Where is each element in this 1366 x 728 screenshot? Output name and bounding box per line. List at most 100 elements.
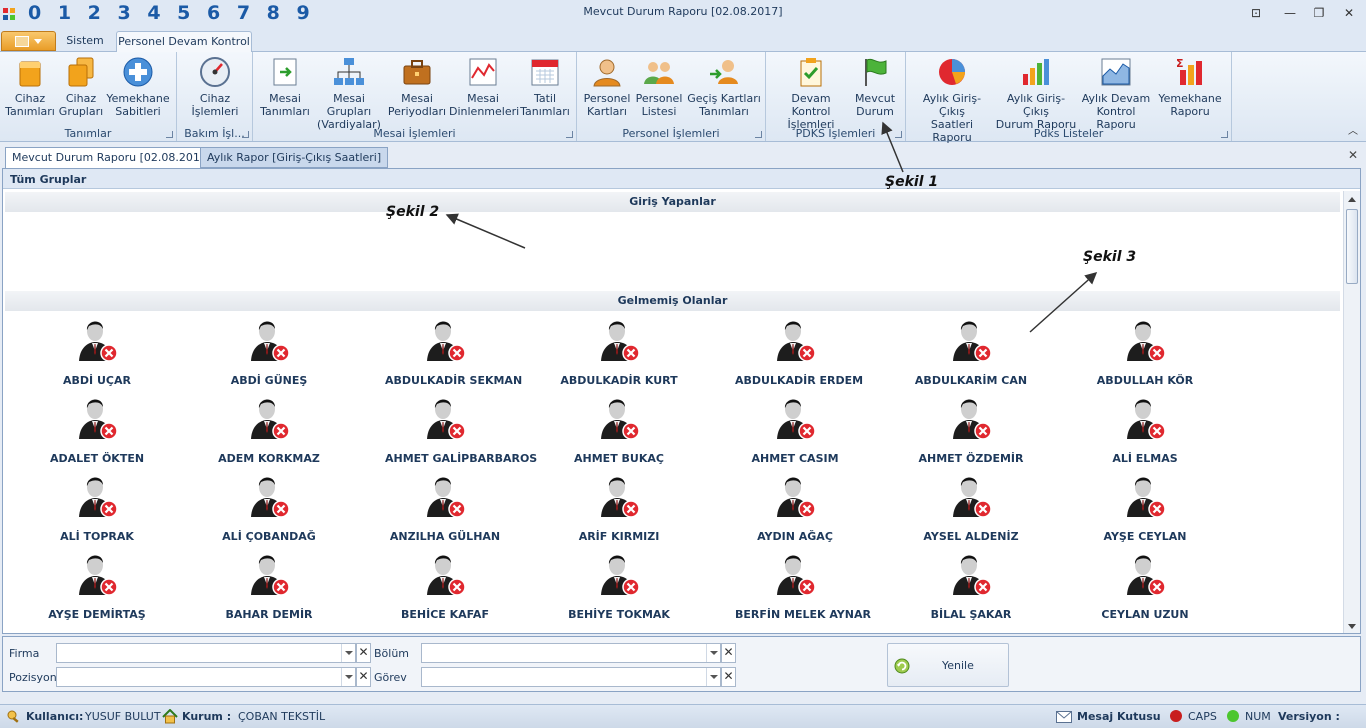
clear-pozisyon-icon[interactable]: ✕ [356, 667, 371, 687]
absent-person-item[interactable]: BEHİCE KAFAF [385, 549, 505, 627]
doc-tab-mevcut-durum[interactable]: Mevcut Durum Raporu [02.08.2017] [5, 147, 219, 168]
absent-person-item[interactable]: ADALET ÖKTEN [43, 393, 157, 471]
mesai-dinlenmeleri-button[interactable]: Mesai Dinlenmeleri [449, 56, 520, 118]
mesai-gruplari-button[interactable]: Mesai Grupları (Vardiyalar) [313, 56, 385, 131]
gorev-combo[interactable] [421, 667, 721, 687]
absent-person-item-partial[interactable] [43, 627, 157, 633]
absent-person-item[interactable]: ANZILHA GÜLHAN [385, 471, 505, 549]
dropdown-arrow-icon[interactable] [706, 668, 720, 686]
absent-person-item-partial[interactable] [911, 627, 1031, 633]
cihaz-tanimlari-button[interactable]: Cihaz Tanımları [4, 56, 56, 118]
absent-person-item[interactable]: ALİ ÇOBANDAĞ [209, 471, 329, 549]
dropdown-arrow-icon [34, 39, 42, 44]
refresh-button[interactable]: Yenile [887, 643, 1009, 687]
absent-person-item-partial[interactable] [559, 627, 679, 633]
aylik-devam-kontrol-button[interactable]: Aylık Devam Kontrol Raporu [1078, 56, 1154, 131]
group-launcher-icon[interactable] [755, 131, 762, 138]
absent-person-item[interactable]: ABDULLAH KÖR [1085, 315, 1205, 393]
tatil-tanimlari-button[interactable]: Tatil Tanımları [517, 56, 573, 118]
tab-personel-devam-kontrol[interactable]: Personel Devam Kontrol [116, 31, 252, 53]
bar-chart-icon [1023, 59, 1049, 85]
bolum-combo[interactable] [421, 643, 721, 663]
absent-person-item[interactable]: AHMET ÖZDEMİR [911, 393, 1031, 471]
close-document-icon[interactable]: ✕ [1348, 148, 1358, 162]
group-launcher-icon[interactable] [566, 131, 573, 138]
collapse-ribbon-icon[interactable]: ︿ [1348, 122, 1358, 137]
cihaz-islemleri-button[interactable]: Cihaz İşlemleri [183, 56, 247, 118]
absent-person-item[interactable]: BAHAR DEMİR [209, 549, 329, 627]
absent-person-item[interactable]: ADEM KORKMAZ [209, 393, 329, 471]
cihaz-gruplari-button[interactable]: Cihaz Grupları [58, 56, 104, 118]
absent-person-item[interactable]: AHMET BUKAÇ [559, 393, 679, 471]
scroll-down-icon[interactable] [1348, 624, 1356, 629]
pie-chart-icon [939, 59, 965, 85]
button-label: Tatil Tanımları [520, 92, 570, 118]
absent-person-item[interactable]: ALİ TOPRAK [43, 471, 157, 549]
absent-person-item-partial[interactable] [1085, 627, 1205, 633]
absent-person-item[interactable]: BEHİYE TOKMAK [559, 549, 679, 627]
absent-person-item[interactable]: ABDULKARİM CAN [911, 315, 1031, 393]
aylik-giris-cikis-durum-button[interactable]: Aylık Giriş-Çıkış Durum Raporu [994, 56, 1078, 131]
scroll-thumb[interactable] [1346, 209, 1358, 284]
close-window-button[interactable]: ✕ [1342, 6, 1356, 20]
absent-person-item[interactable]: AHMET CASIM [735, 393, 855, 471]
gauge-icon [200, 57, 230, 87]
annotation-sekil-3: Şekil 3 [1083, 249, 1137, 265]
button-label: Cihaz Tanımları [5, 92, 55, 118]
absent-person-item[interactable]: ALİ ELMAS [1085, 393, 1205, 471]
gecis-kartlari-button[interactable]: Geçiş Kartları Tanımları [685, 56, 763, 118]
mail-icon[interactable] [1056, 711, 1072, 723]
absent-person-item[interactable]: ARİF KIRMIZI [559, 471, 679, 549]
absent-person-item[interactable]: ABDULKADİR ERDEM [735, 315, 863, 393]
home-icon [162, 709, 178, 724]
absent-person-item[interactable]: ABDİ GÜNEŞ [209, 315, 329, 393]
message-box-link[interactable]: Mesaj Kutusu [1077, 710, 1161, 723]
screenshot-icon[interactable]: ⊡ [1249, 6, 1263, 20]
dropdown-arrow-icon[interactable] [341, 644, 355, 662]
dropdown-arrow-icon[interactable] [706, 644, 720, 662]
absent-person-icon [1123, 627, 1167, 633]
absent-person-item[interactable]: BİLAL ŞAKAR [911, 549, 1031, 627]
absent-person-icon [953, 399, 992, 440]
personel-listesi-button[interactable]: Personel Listesi [635, 56, 683, 118]
app-menu-button[interactable] [1, 31, 56, 51]
personel-kartlari-button[interactable]: Personel Kartları [579, 56, 635, 118]
clear-firma-icon[interactable]: ✕ [356, 643, 371, 663]
absent-person-item-partial[interactable] [735, 627, 855, 633]
firma-combo[interactable] [56, 643, 356, 663]
mesai-periyodlari-button[interactable]: Mesai Periyodları [387, 56, 447, 118]
yemekhane-raporu-button[interactable]: Σ Yemekhane Raporu [1158, 56, 1222, 118]
button-label: Mesai Dinlenmeleri [449, 92, 520, 118]
clear-bolum-icon[interactable]: ✕ [721, 643, 736, 663]
doc-tab-aylik-rapor[interactable]: Aylık Rapor [Giriş-Çıkış Saatleri] [200, 147, 389, 168]
absent-person-item[interactable]: AYSEL ALDENİZ [911, 471, 1031, 549]
absent-person-item[interactable]: CEYLAN UZUN [1085, 549, 1205, 627]
group-launcher-icon[interactable] [895, 131, 902, 138]
pozisyon-combo[interactable] [56, 667, 356, 687]
group-launcher-icon[interactable] [166, 131, 173, 138]
minimize-button[interactable]: — [1283, 6, 1297, 20]
mesai-tanimlari-button[interactable]: Mesai Tanımları [257, 56, 313, 118]
devam-kontrol-islemleri-button[interactable]: Devam Kontrol İşlemleri [772, 56, 850, 131]
yemekhane-sabitleri-button[interactable]: Yemekhane Sabitleri [104, 56, 172, 118]
restore-button[interactable]: ❐ [1312, 6, 1326, 20]
vertical-scrollbar[interactable] [1343, 191, 1360, 633]
absent-person-item[interactable]: ABDULKADİR KURT [559, 315, 679, 393]
absent-person-item[interactable]: AYŞE DEMİRTAŞ [43, 549, 157, 627]
absent-person-item-partial[interactable] [385, 627, 505, 633]
absent-person-item[interactable]: ABDULKADİR SEKMAN [385, 315, 522, 393]
clear-gorev-icon[interactable]: ✕ [721, 667, 736, 687]
scroll-up-icon[interactable] [1348, 197, 1356, 202]
pass-card-icon [710, 60, 738, 84]
absent-person-item[interactable]: AYŞE CEYLAN [1085, 471, 1205, 549]
tab-sistem[interactable]: Sistem [60, 31, 110, 53]
absent-person-item[interactable]: AHMET GALİPBARBAROS [385, 393, 537, 471]
absent-person-item[interactable]: ABDİ UÇAR [43, 315, 157, 393]
dropdown-arrow-icon[interactable] [341, 668, 355, 686]
group-launcher-icon[interactable] [1221, 131, 1228, 138]
mevcut-durum-button[interactable]: Mevcut Durum [852, 56, 898, 118]
group-launcher-icon[interactable] [242, 131, 249, 138]
absent-person-item[interactable]: AYDIN AĞAÇ [735, 471, 855, 549]
absent-person-item-partial[interactable] [209, 627, 329, 633]
absent-person-item[interactable]: BERFİN MELEK AYNAR [735, 549, 871, 627]
